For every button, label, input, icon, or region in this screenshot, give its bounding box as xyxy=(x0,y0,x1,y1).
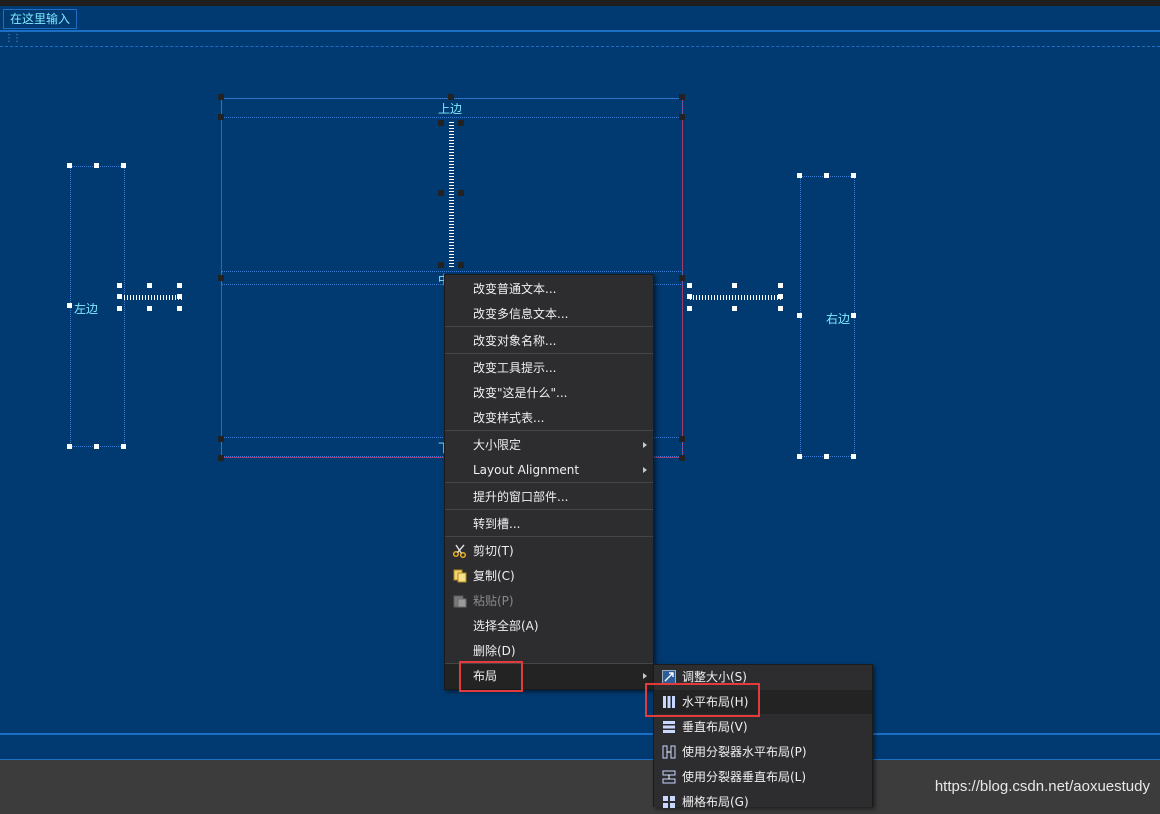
menu-separator xyxy=(445,536,653,537)
top-label: 上边 xyxy=(438,102,463,116)
menu-separator xyxy=(445,326,653,327)
submenu-item-splitter-vertical[interactable]: 使用分裂器垂直布局(L) xyxy=(654,765,872,789)
adjust-size-icon xyxy=(662,670,676,684)
scissors-icon xyxy=(453,544,467,558)
menu-separator xyxy=(445,509,653,510)
menu-item-select-all[interactable]: 选择全部(A) xyxy=(445,614,653,638)
vertical-layout-icon xyxy=(663,721,675,733)
copy-icon xyxy=(453,569,467,583)
menu-item-go-to-slot[interactable]: 转到槽... xyxy=(445,512,653,536)
menu-item-change-stylesheet[interactable]: 改变样式表... xyxy=(445,406,653,430)
menu-item-change-tooltip[interactable]: 改变工具提示... xyxy=(445,356,653,380)
submenu-item-grid-layout[interactable]: 栅格布局(G) xyxy=(654,790,872,814)
splitter-vertical-icon xyxy=(662,770,676,784)
form-statusbar xyxy=(0,733,1160,760)
menubar-type-here-item[interactable]: 在这里输入 xyxy=(3,9,78,29)
menu-separator xyxy=(445,430,653,431)
submenu-item-splitter-horizontal[interactable]: 使用分裂器水平布局(P) xyxy=(654,740,872,764)
submenu-item-vertical-layout[interactable]: 垂直布局(V) xyxy=(654,715,872,739)
menu-item-cut[interactable]: 剪切(T) xyxy=(445,539,653,563)
left-label: 左边 xyxy=(74,302,99,316)
menu-item-change-text[interactable]: 改变普通文本... xyxy=(445,277,653,301)
right-label: 右边 xyxy=(826,312,851,326)
grid-layout-icon xyxy=(663,796,675,808)
watermark-text: https://blog.csdn.net/aoxuestudy xyxy=(934,778,1150,795)
context-menu: 改变普通文本... 改变多信息文本... 改变对象名称... 改变工具提示...… xyxy=(444,274,654,690)
menu-item-change-whats-this[interactable]: 改变"这是什么"... xyxy=(445,381,653,405)
toolbar-grip-icon[interactable]: ⋮⋮ xyxy=(4,32,22,46)
menu-item-promoted-widgets[interactable]: 提升的窗口部件... xyxy=(445,485,653,509)
annotation-highlight-layout xyxy=(459,661,523,692)
menu-item-size-constraints[interactable]: 大小限定 xyxy=(445,433,653,457)
menu-item-delete[interactable]: 删除(D) xyxy=(445,639,653,663)
submenu-arrow-icon xyxy=(643,467,647,473)
form-toolbar-area[interactable]: ⋮⋮ xyxy=(0,32,1160,47)
menu-item-paste[interactable]: 粘贴(P) xyxy=(445,589,653,613)
paste-icon xyxy=(453,595,467,608)
annotation-highlight-horizontal-layout xyxy=(645,683,760,717)
menu-item-change-object-name[interactable]: 改变对象名称... xyxy=(445,329,653,353)
submenu-arrow-icon xyxy=(643,673,647,679)
form-menubar: 在这里输入 xyxy=(0,6,1160,32)
menu-item-layout-alignment[interactable]: Layout Alignment xyxy=(445,458,653,482)
menu-item-copy[interactable]: 复制(C) xyxy=(445,564,653,588)
menu-item-change-rich-text[interactable]: 改变多信息文本... xyxy=(445,302,653,326)
menu-separator xyxy=(445,353,653,354)
menu-separator xyxy=(445,482,653,483)
splitter-horizontal-icon xyxy=(662,745,676,759)
submenu-arrow-icon xyxy=(643,442,647,448)
